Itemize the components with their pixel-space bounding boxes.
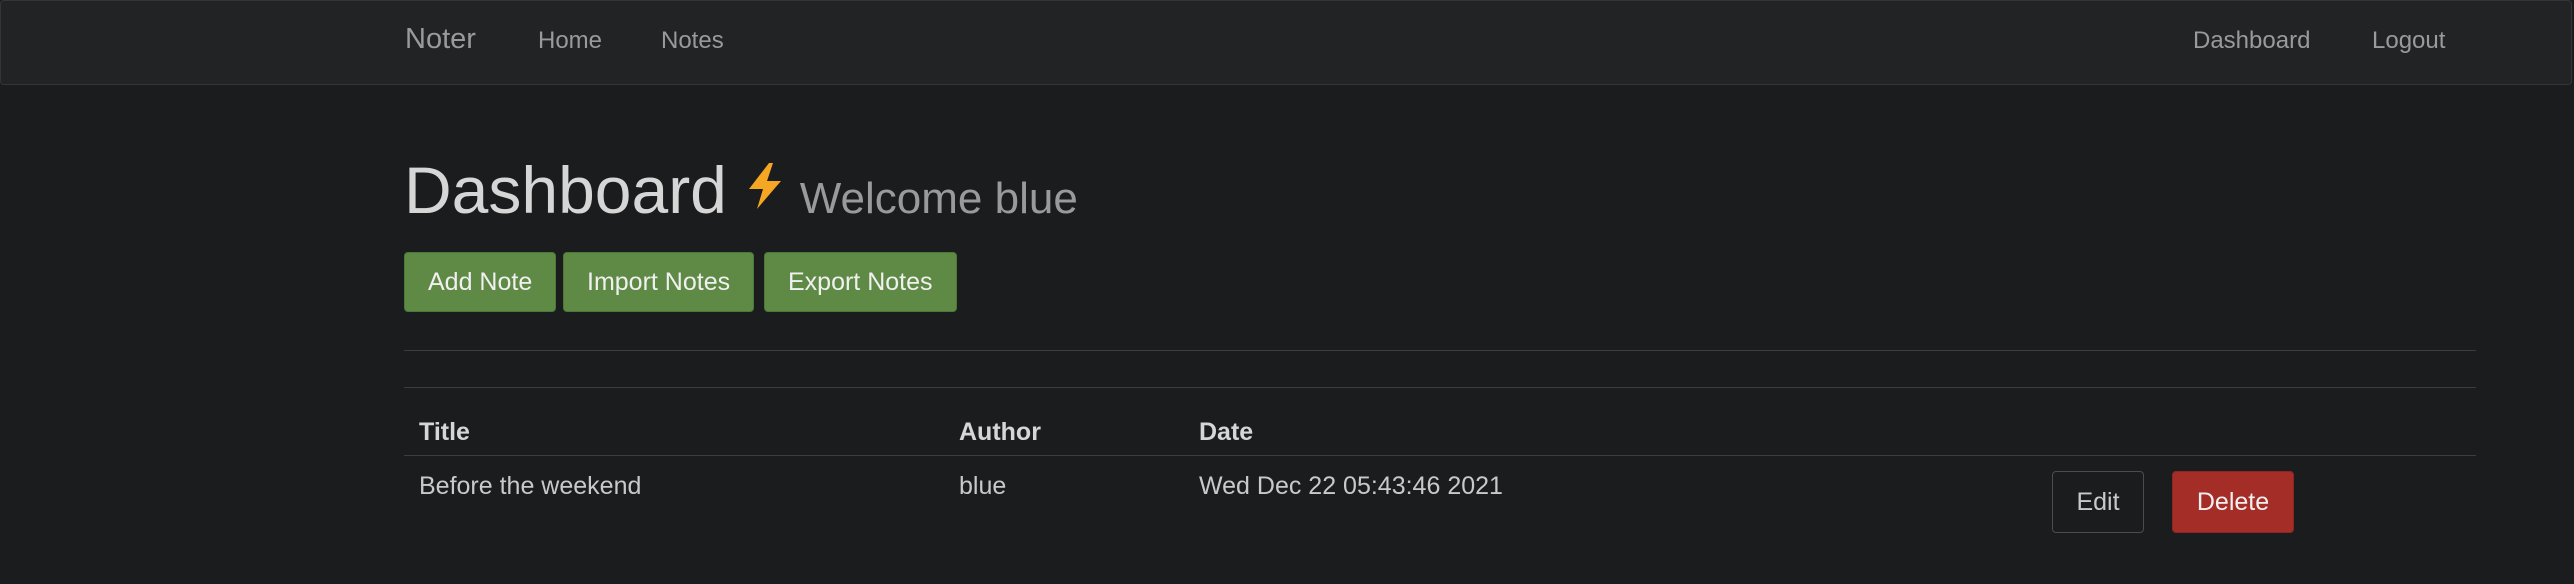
lightning-bolt-icon xyxy=(745,163,785,214)
nav-link-logout[interactable]: Logout xyxy=(2372,27,2445,55)
import-notes-button[interactable]: Import Notes xyxy=(563,252,755,312)
note-title-cell: Before the weekend xyxy=(419,472,642,500)
delete-button[interactable]: Delete xyxy=(2172,471,2294,533)
table-top-border xyxy=(404,387,2476,388)
note-date-cell: Wed Dec 22 05:43:46 2021 xyxy=(1199,472,1503,500)
column-header-title: Title xyxy=(419,418,470,446)
welcome-text: Welcome blue xyxy=(799,174,1078,223)
column-header-author: Author xyxy=(959,418,1041,446)
page-title: Dashboard xyxy=(404,153,727,227)
table-header-border xyxy=(404,455,2476,456)
note-author-cell: blue xyxy=(959,472,1007,500)
nav-link-home[interactable]: Home xyxy=(538,27,602,55)
page-heading: Dashboard Welcome blue xyxy=(404,152,1078,228)
export-notes-button[interactable]: Export Notes xyxy=(764,252,957,312)
nav-link-dashboard[interactable]: Dashboard xyxy=(2193,27,2310,55)
nav-link-notes[interactable]: Notes xyxy=(661,27,724,55)
brand-link[interactable]: Noter xyxy=(405,23,476,56)
column-header-date: Date xyxy=(1199,418,1254,446)
edit-button[interactable]: Edit xyxy=(2052,471,2144,533)
top-navbar: Noter Home Notes Dashboard Logout xyxy=(0,0,2572,85)
divider xyxy=(404,350,2476,351)
add-note-button[interactable]: Add Note xyxy=(404,252,557,312)
